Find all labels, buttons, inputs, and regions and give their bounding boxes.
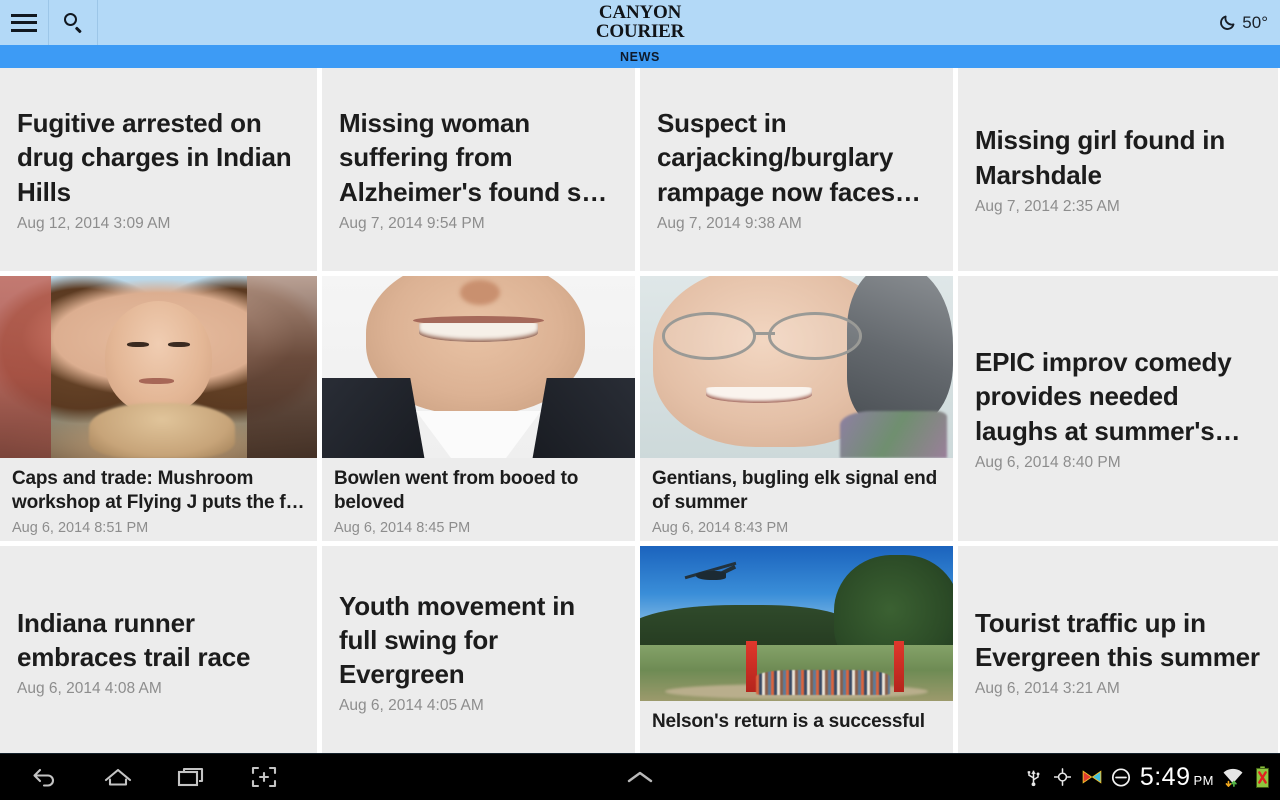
gps-location-icon xyxy=(1053,766,1073,788)
temperature-value: 50° xyxy=(1242,12,1268,32)
article-card-text: EPIC improv comedy provides needed laugh… xyxy=(958,345,1278,472)
do-not-disturb-icon xyxy=(1111,766,1131,788)
brand-line-1: CANYON xyxy=(598,2,682,24)
app-header: CANYON COURIER 50° xyxy=(0,0,1280,45)
article-card[interactable]: Fugitive arrested on drug charges in Ind… xyxy=(0,68,317,271)
back-arrow-icon xyxy=(33,768,54,787)
article-card-text: Tourist traffic up in Evergreen this sum… xyxy=(958,606,1278,699)
status-clock: 5:49 PM xyxy=(1140,763,1214,792)
search-icon xyxy=(63,12,83,33)
article-headline: Gentians, bugling elk signal end of summ… xyxy=(652,468,937,514)
usb-icon xyxy=(1024,766,1044,788)
article-headline: EPIC improv comedy provides needed laugh… xyxy=(975,347,1241,446)
clock-period: PM xyxy=(1193,772,1214,788)
menu-button[interactable] xyxy=(0,0,49,45)
article-timestamp: Aug 12, 2014 3:09 AM xyxy=(17,214,171,232)
article-headline: Tourist traffic up in Evergreen this sum… xyxy=(975,607,1260,672)
android-navigation-bar: 5:49 PM xyxy=(0,753,1280,800)
article-card-text: Gentians, bugling elk signal end of summ… xyxy=(640,458,953,541)
battery-error-icon xyxy=(1252,766,1272,788)
nav-buttons-group xyxy=(0,762,281,792)
article-timestamp: Aug 7, 2014 9:54 PM xyxy=(339,214,485,232)
chevron-up-icon xyxy=(627,771,653,783)
hamburger-menu-icon xyxy=(11,13,37,32)
article-card[interactable]: Gentians, bugling elk signal end of summ… xyxy=(640,276,953,541)
article-card[interactable]: Missing girl found in Marshdale Aug 7, 2… xyxy=(958,68,1278,271)
article-card-text: Nelson's return is a successful xyxy=(640,701,953,748)
article-headline: Missing woman suffering from Alzheimer's… xyxy=(339,108,607,207)
home-button[interactable] xyxy=(101,762,135,792)
article-card[interactable]: Bowlen went from booed to beloved Aug 6,… xyxy=(322,276,635,541)
article-timestamp: Aug 7, 2014 9:38 AM xyxy=(657,214,802,232)
tab-news[interactable]: NEWS xyxy=(620,50,660,64)
article-headline: Caps and trade: Mushroom workshop at Fly… xyxy=(12,468,305,514)
article-card-text: Missing woman suffering from Alzheimer's… xyxy=(322,106,635,233)
article-row: Caps and trade: Mushroom workshop at Fly… xyxy=(0,276,1280,546)
weather-widget[interactable]: 50° xyxy=(1219,0,1280,45)
article-timestamp: Aug 6, 2014 3:21 AM xyxy=(975,680,1120,698)
article-card-text: Missing girl found in Marshdale Aug 7, 2… xyxy=(958,123,1278,216)
home-icon xyxy=(104,768,132,786)
article-card[interactable]: Caps and trade: Mushroom workshop at Fly… xyxy=(0,276,317,541)
article-card-text: Youth movement in full swing for Evergre… xyxy=(322,589,635,716)
screenshot-button[interactable] xyxy=(247,762,281,792)
article-headline: Missing girl found in Marshdale xyxy=(975,125,1225,190)
article-timestamp: Aug 7, 2014 2:35 AM xyxy=(975,197,1120,215)
article-thumbnail xyxy=(322,276,635,458)
back-button[interactable] xyxy=(28,762,62,792)
article-timestamp: Aug 6, 2014 8:40 PM xyxy=(975,453,1121,471)
recent-apps-icon xyxy=(177,767,204,787)
article-headline: Fugitive arrested on drug charges in Ind… xyxy=(17,108,292,207)
article-card[interactable]: EPIC improv comedy provides needed laugh… xyxy=(958,276,1278,541)
article-card[interactable]: Missing woman suffering from Alzheimer's… xyxy=(322,68,635,271)
article-card[interactable]: Nelson's return is a successful xyxy=(640,546,953,753)
section-tabbar: NEWS xyxy=(0,45,1280,68)
article-card[interactable]: Tourist traffic up in Evergreen this sum… xyxy=(958,546,1278,753)
article-card-text: Suspect in carjacking/burglary rampage n… xyxy=(640,106,953,233)
screenshot-icon xyxy=(251,766,277,788)
wifi-icon xyxy=(1223,766,1243,788)
article-card-text: Indiana runner embraces trail race Aug 6… xyxy=(0,606,317,699)
article-headline: Youth movement in full swing for Evergre… xyxy=(339,590,575,690)
article-card[interactable]: Indiana runner embraces trail race Aug 6… xyxy=(0,546,317,753)
crescent-moon-icon xyxy=(1219,14,1236,31)
article-thumbnail xyxy=(640,276,953,458)
article-headline: Nelson's return is a successful xyxy=(652,711,925,732)
search-button[interactable] xyxy=(49,0,98,45)
article-timestamp: Aug 6, 2014 8:45 PM xyxy=(334,519,471,536)
article-timestamp: Aug 6, 2014 4:08 AM xyxy=(17,680,162,698)
article-thumbnail xyxy=(640,546,953,701)
article-card[interactable]: Suspect in carjacking/burglary rampage n… xyxy=(640,68,953,271)
article-headline: Indiana runner embraces trail race xyxy=(17,607,251,672)
recent-apps-button[interactable] xyxy=(174,762,208,792)
article-headline: Bowlen went from booed to beloved xyxy=(334,468,579,514)
status-icons-group[interactable]: 5:49 PM xyxy=(1024,763,1280,792)
article-timestamp: Aug 6, 2014 8:51 PM xyxy=(12,519,149,536)
article-row: Fugitive arrested on drug charges in Ind… xyxy=(0,68,1280,276)
brand-line-2: COURIER xyxy=(595,20,685,42)
article-card-text: Fugitive arrested on drug charges in Ind… xyxy=(0,106,317,233)
article-card-text: Bowlen went from booed to beloved Aug 6,… xyxy=(322,458,635,541)
clock-time: 5:49 xyxy=(1139,762,1191,791)
article-card[interactable]: Youth movement in full swing for Evergre… xyxy=(322,546,635,753)
article-grid: Fugitive arrested on drug charges in Ind… xyxy=(0,68,1280,753)
article-timestamp: Aug 6, 2014 8:43 PM xyxy=(652,519,789,536)
article-timestamp: Aug 6, 2014 4:05 AM xyxy=(339,697,484,715)
brand-logo: CANYON COURIER xyxy=(0,0,1280,45)
article-headline: Suspect in carjacking/burglary rampage n… xyxy=(657,108,921,207)
article-card-text: Caps and trade: Mushroom workshop at Fly… xyxy=(0,458,317,541)
article-row: Indiana runner embraces trail race Aug 6… xyxy=(0,546,1280,753)
article-thumbnail xyxy=(0,276,317,458)
screen-cast-icon xyxy=(1082,766,1102,788)
